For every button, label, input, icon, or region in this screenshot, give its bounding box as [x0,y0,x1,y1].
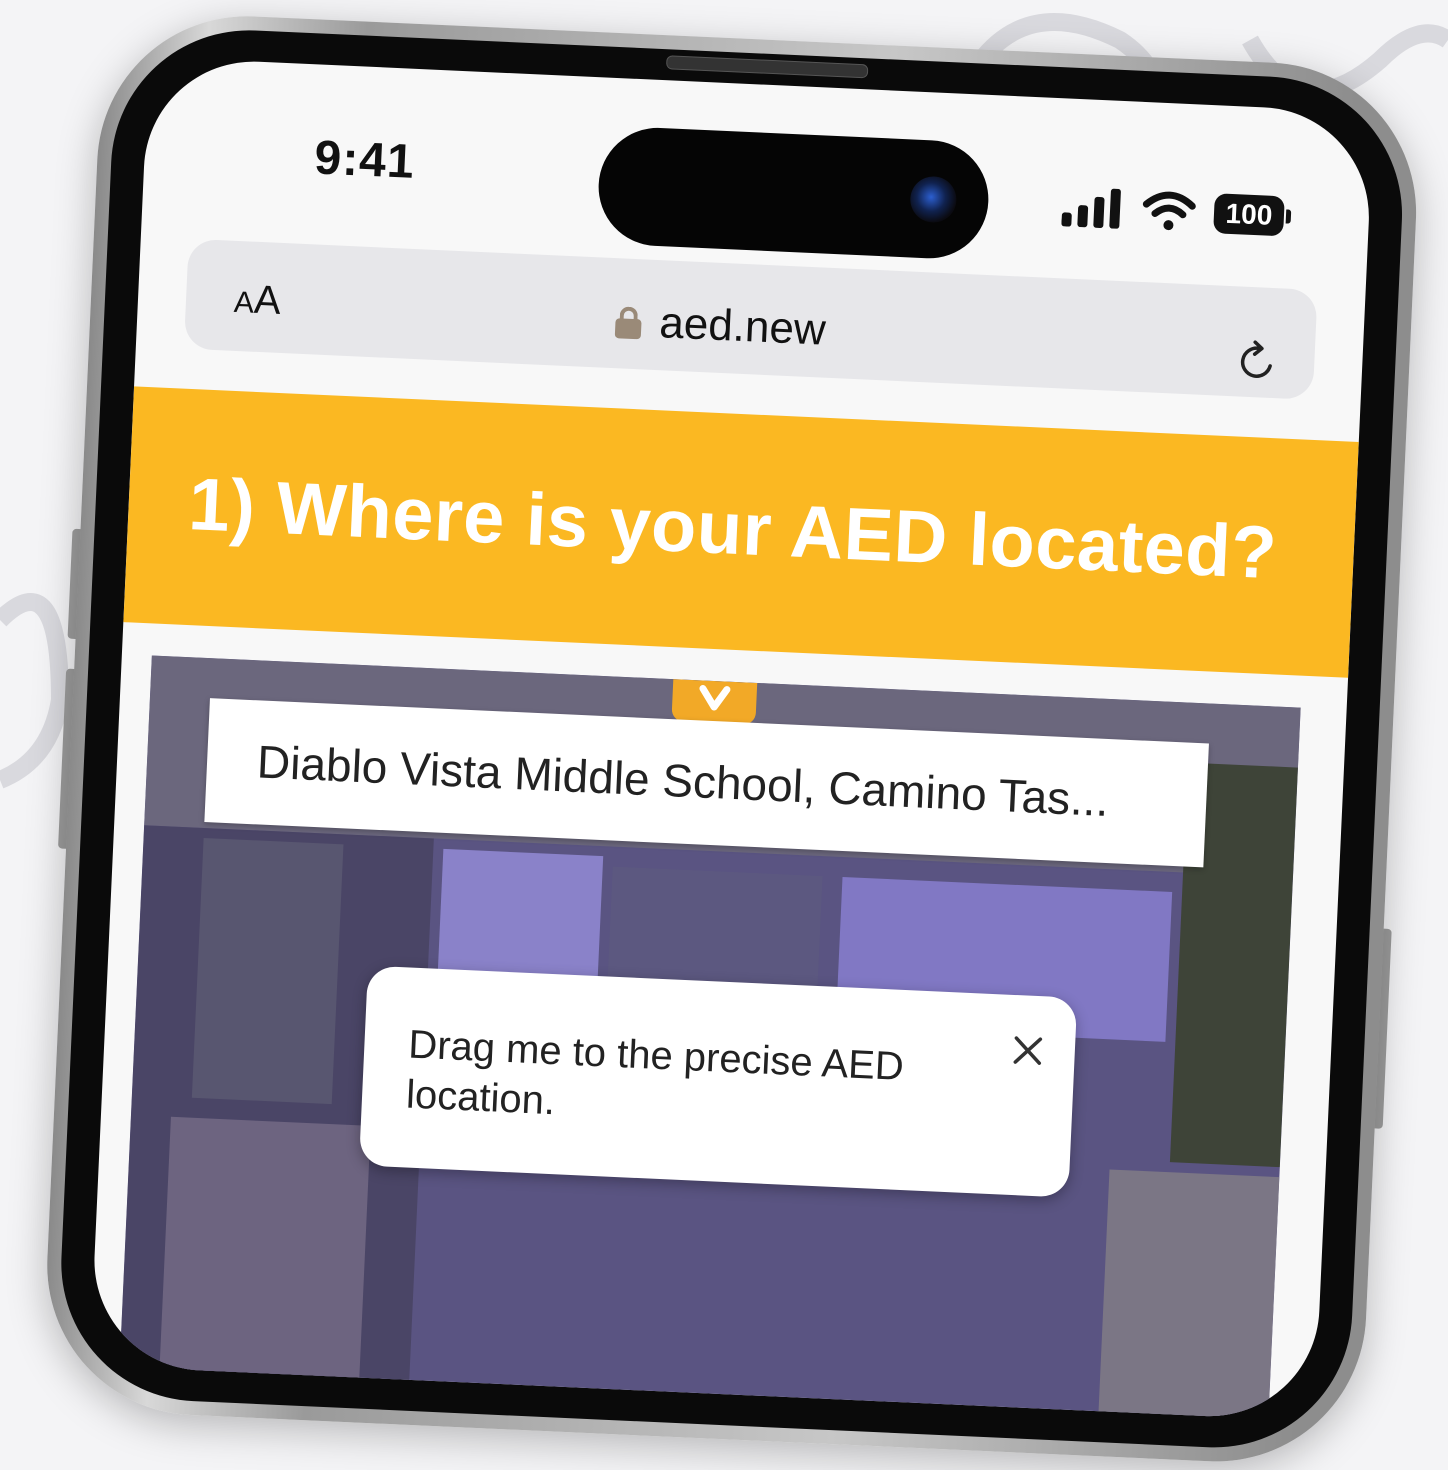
map-building [607,866,823,996]
lock-icon [614,306,642,340]
map-building [191,838,344,1105]
location-marker[interactable] [671,679,758,725]
url-text: aed.new [658,298,827,355]
banner-title: 1) Where is your AED located? [186,462,1279,595]
dynamic-island [596,125,991,261]
status-indicators: 100 [1061,186,1292,237]
drag-hint-tooltip: Drag me to the precise AED location. [358,965,1078,1198]
battery-icon: 100 [1213,193,1292,237]
chevron-down-icon [699,685,731,711]
satellite-map[interactable]: Diablo Vista Middle School, Camino Tas..… [117,655,1301,1421]
phone-mockup: 9:41 100 AA aed.new 1) Where is your AED… [0,0,1448,1469]
reload-icon[interactable] [1233,338,1281,386]
location-search-value: Diablo Vista Middle School, Camino Tas..… [255,735,1110,826]
status-time: 9:41 [313,131,416,189]
address-bar[interactable]: AA aed.new [183,238,1318,400]
map-building [1096,1169,1280,1421]
tooltip-text: Drag me to the precise AED location. [405,1022,905,1124]
close-icon[interactable] [1010,1033,1046,1069]
url-display[interactable]: aed.new [614,296,827,355]
wifi-icon [1142,191,1196,231]
front-camera-icon [909,175,958,224]
question-banner: 1) Where is your AED located? [123,386,1359,678]
signal-bars-icon [1061,188,1121,229]
battery-level: 100 [1213,193,1285,237]
earpiece-speaker [665,55,869,79]
phone-screen: 9:41 100 AA aed.new 1) Where is your AED… [89,56,1374,1421]
text-size-button[interactable]: AA [233,277,282,324]
